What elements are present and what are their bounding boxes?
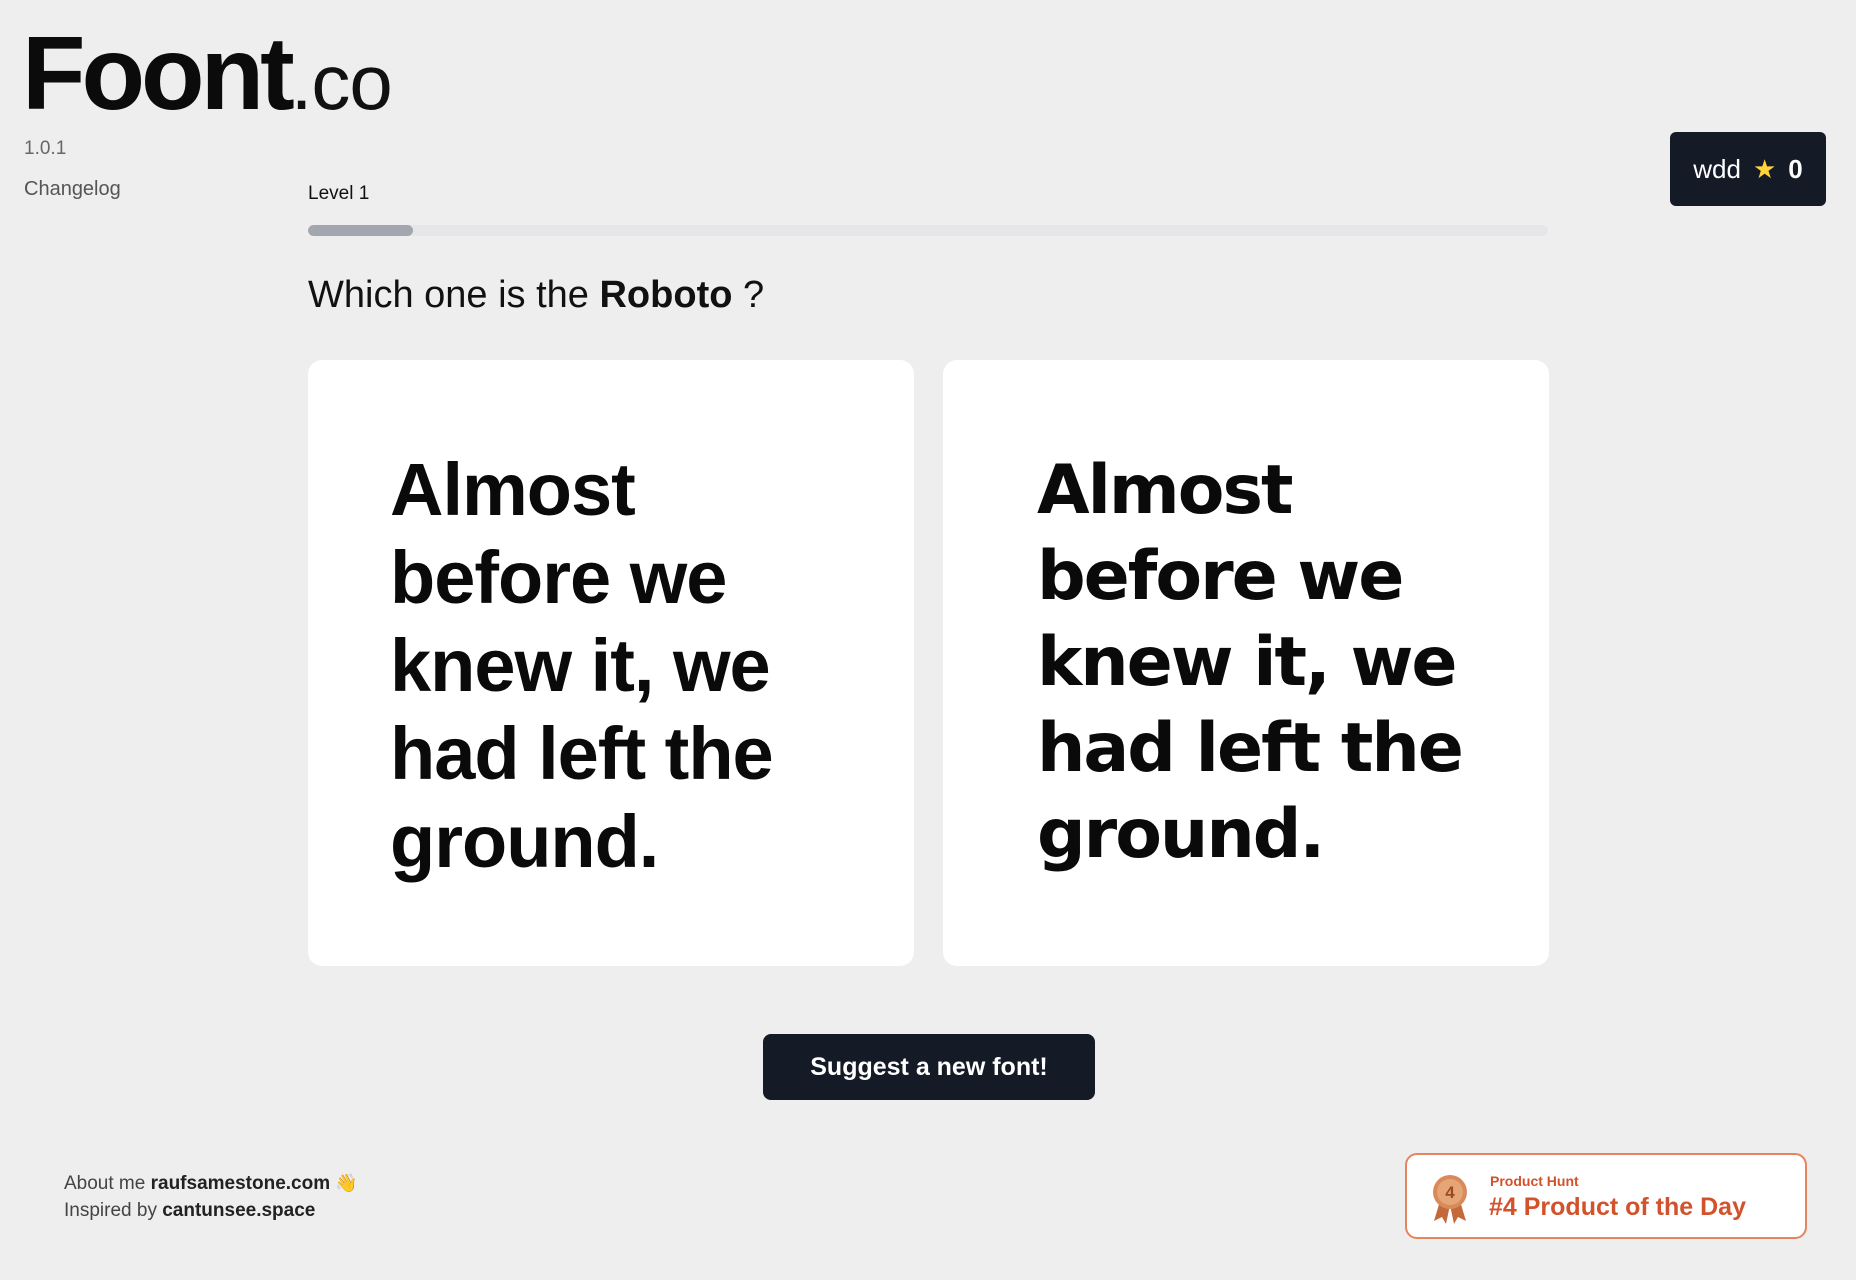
- changelog-link[interactable]: Changelog: [24, 178, 121, 201]
- user-score-chip[interactable]: wdd ★ 0: [1670, 132, 1826, 206]
- logo-tld: .co: [290, 38, 393, 126]
- site-logo[interactable]: Foont.co: [22, 22, 393, 126]
- footer-credits: About me raufsamestone.com 👋 Inspired by…: [64, 1170, 358, 1224]
- font-option-card-2[interactable]: Almost before we knew it, we had left th…: [943, 360, 1549, 966]
- inspired-prefix: Inspired by: [64, 1200, 157, 1221]
- score-value: 0: [1788, 153, 1803, 184]
- level-label: Level 1: [308, 183, 370, 204]
- font-option-card-1[interactable]: Almost before we knew it, we had left th…: [308, 360, 914, 966]
- question-suffix: ?: [743, 274, 765, 316]
- inspired-line: Inspired by cantunsee.space: [64, 1197, 358, 1224]
- inspired-link[interactable]: cantunsee.space: [162, 1200, 315, 1221]
- level-progress-fill: [308, 225, 414, 236]
- medal-number: 4: [1445, 1183, 1455, 1202]
- suggest-font-button[interactable]: Suggest a new font!: [763, 1034, 1095, 1100]
- product-hunt-label: Product Hunt: [1490, 1173, 1579, 1189]
- question-text: Which one is the Roboto ?: [308, 274, 764, 317]
- medal-icon: 4: [1433, 1175, 1467, 1224]
- version-label: 1.0.1: [24, 138, 67, 159]
- level-progress-bar: [308, 225, 1548, 236]
- font-sample-text: Almost before we knew it, we had left th…: [390, 448, 774, 883]
- logo-name: Foont: [22, 16, 295, 132]
- about-line: About me raufsamestone.com 👋: [64, 1170, 358, 1197]
- wave-emoji-icon: 👋: [335, 1173, 358, 1193]
- about-link[interactable]: raufsamestone.com: [151, 1173, 331, 1194]
- font-sample-text: Almost before we knew it, we had left th…: [1037, 451, 1464, 874]
- target-font-name: Roboto: [599, 274, 733, 316]
- star-icon: ★: [1752, 153, 1777, 184]
- product-hunt-rank: #4 Product of the Day: [1489, 1193, 1746, 1221]
- product-hunt-badge[interactable]: 4 Product Hunt #4 Product of the Day: [1405, 1153, 1807, 1239]
- username: wdd: [1693, 153, 1741, 184]
- question-prefix: Which one is the: [308, 274, 589, 316]
- about-prefix: About me: [64, 1173, 146, 1194]
